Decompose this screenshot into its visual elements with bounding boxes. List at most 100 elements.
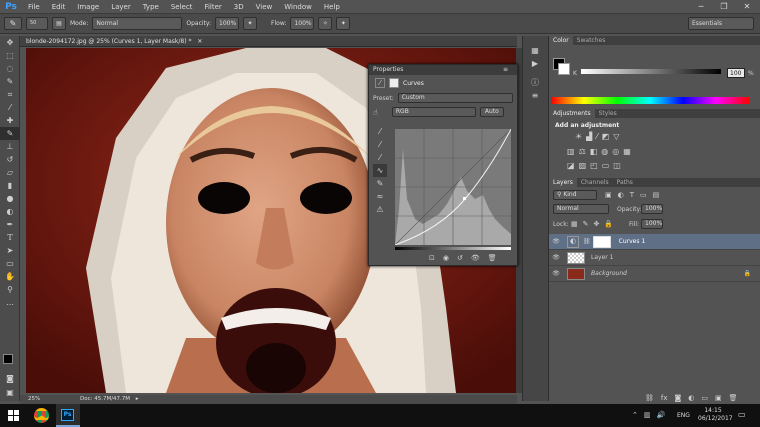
zoom-level[interactable]: 25% bbox=[20, 396, 40, 402]
levels-icon[interactable]: ▟ bbox=[586, 132, 592, 141]
smooth-curve-icon[interactable]: ≈ bbox=[373, 190, 387, 203]
actions-panel-icon[interactable]: ▶ bbox=[523, 57, 547, 70]
gradient-tool-icon[interactable]: ▮ bbox=[0, 179, 20, 192]
new-group-icon[interactable]: ▭ bbox=[701, 394, 708, 402]
color-lookup-icon[interactable]: ▦ bbox=[623, 147, 631, 156]
hand-tool-icon[interactable]: ✋ bbox=[0, 270, 20, 283]
auto-button[interactable]: Auto bbox=[479, 107, 504, 117]
menu-3d[interactable]: 3D bbox=[228, 0, 250, 14]
crop-tool-icon[interactable]: ⌗ bbox=[0, 88, 20, 101]
pencil-curve-icon[interactable]: ✎ bbox=[373, 177, 387, 190]
menu-layer[interactable]: Layer bbox=[105, 0, 137, 14]
layer-name[interactable]: Layer 1 bbox=[591, 254, 613, 261]
curves-icon[interactable]: ⁄ bbox=[596, 132, 597, 141]
properties-panel-icon[interactable]: ≡ bbox=[523, 89, 547, 102]
fx-icon[interactable]: fx bbox=[661, 394, 668, 402]
channel-select[interactable]: RGB bbox=[391, 107, 476, 117]
status-menu-icon[interactable]: ▸ bbox=[132, 396, 139, 402]
blend-mode-select[interactable]: Normal bbox=[553, 204, 609, 214]
marquee-tool-icon[interactable]: ⬚ bbox=[0, 49, 20, 62]
healing-tool-icon[interactable]: ✚ bbox=[0, 114, 20, 127]
pressure-size-icon[interactable]: ✦ bbox=[336, 17, 351, 30]
layer-row-background[interactable]: 👁 Background 🔒 bbox=[549, 266, 760, 282]
lock-transparent-icon[interactable]: ▦ bbox=[571, 220, 578, 228]
threshold-icon[interactable]: ◰ bbox=[590, 161, 598, 170]
reset-icon[interactable]: ↺ bbox=[457, 254, 463, 262]
visibility-eye-icon[interactable]: 👁 bbox=[549, 254, 563, 261]
info-panel-icon[interactable]: ⓘ bbox=[523, 76, 547, 89]
selective-color-icon[interactable]: ◫ bbox=[613, 161, 621, 170]
tab-layers[interactable]: Layers bbox=[549, 178, 577, 187]
eraser-tool-icon[interactable]: ▱ bbox=[0, 166, 20, 179]
layer-name[interactable]: Background bbox=[591, 270, 627, 277]
lasso-tool-icon[interactable]: ◌ bbox=[0, 62, 20, 75]
color-spectrum[interactable] bbox=[551, 97, 749, 104]
properties-header[interactable]: Properties ≡ bbox=[369, 65, 517, 75]
menu-help[interactable]: Help bbox=[318, 0, 346, 14]
notifications-icon[interactable]: ▭ bbox=[738, 410, 746, 419]
photoshop-taskbar-button[interactable]: Ps bbox=[56, 404, 80, 427]
panel-menu-icon[interactable]: ≡ bbox=[503, 65, 508, 75]
lock-position-icon[interactable]: ✥ bbox=[594, 220, 600, 228]
menu-type[interactable]: Type bbox=[137, 0, 165, 14]
screen-mode-icon[interactable]: ▣ bbox=[0, 386, 20, 399]
move-tool-icon[interactable]: ✥ bbox=[0, 36, 20, 49]
filter-pixel-icon[interactable]: ▣ bbox=[605, 191, 612, 199]
dodge-tool-icon[interactable]: ◐ bbox=[0, 205, 20, 218]
channel-mixer-icon[interactable]: ◎ bbox=[612, 147, 619, 156]
white-eyedropper-icon[interactable]: ⁄ bbox=[373, 151, 387, 164]
hue-sat-icon[interactable]: ▥ bbox=[567, 147, 575, 156]
exposure-icon[interactable]: ◩ bbox=[602, 132, 610, 141]
vibrance-icon[interactable]: ▽ bbox=[613, 132, 619, 141]
clip-to-layer-icon[interactable]: ⊡ bbox=[429, 254, 435, 262]
close-button[interactable]: ✕ bbox=[736, 0, 758, 14]
chain-link-icon[interactable]: ⛓ bbox=[583, 238, 591, 245]
curve-point-tool-icon[interactable]: ∿ bbox=[373, 164, 387, 177]
network-icon[interactable]: ▥ bbox=[644, 411, 651, 419]
volume-icon[interactable]: 🔊 bbox=[657, 411, 666, 419]
black-eyedropper-icon[interactable]: ⁄ bbox=[373, 125, 387, 138]
black-white-icon[interactable]: ◧ bbox=[590, 147, 598, 156]
preset-select[interactable]: Custom bbox=[397, 93, 513, 103]
tab-color[interactable]: Color bbox=[549, 36, 573, 45]
filter-type-icon[interactable]: T bbox=[630, 191, 634, 199]
tab-paths[interactable]: Paths bbox=[613, 178, 637, 187]
mode-select[interactable]: Normal bbox=[92, 17, 183, 30]
new-adjustment-icon[interactable]: ◐ bbox=[688, 394, 694, 402]
posterize-icon[interactable]: ▨ bbox=[579, 161, 587, 170]
k-slider[interactable] bbox=[581, 69, 721, 74]
brightness-icon[interactable]: ☀ bbox=[575, 132, 582, 141]
layer-name[interactable]: Curves 1 bbox=[619, 238, 646, 245]
menu-window[interactable]: Window bbox=[278, 0, 318, 14]
shape-tool-icon[interactable]: ▭ bbox=[0, 257, 20, 270]
color-bg-swatch[interactable] bbox=[558, 63, 570, 75]
opacity-field[interactable]: 100% bbox=[215, 17, 240, 30]
lock-all-icon[interactable]: 🔒 bbox=[604, 220, 613, 228]
color-balance-icon[interactable]: ⚖ bbox=[579, 147, 586, 156]
brush-size-picker[interactable]: 50 bbox=[26, 17, 48, 30]
layer-mask-thumb[interactable] bbox=[592, 235, 611, 248]
history-brush-icon[interactable]: ↺ bbox=[0, 153, 20, 166]
document-tab[interactable]: blonde-2094172.jpg @ 25% (Curves 1, Laye… bbox=[20, 36, 517, 47]
photo-filter-icon[interactable]: ◍ bbox=[601, 147, 608, 156]
edit-toolbar-icon[interactable]: … bbox=[0, 296, 20, 309]
quick-mask-icon[interactable]: ◙ bbox=[0, 372, 20, 385]
close-doc-icon[interactable]: ✕ bbox=[197, 38, 202, 45]
menu-select[interactable]: Select bbox=[165, 0, 199, 14]
clipping-warning-icon[interactable]: ⚠ bbox=[373, 203, 387, 216]
layer-mask-icon[interactable] bbox=[389, 78, 399, 88]
workspace-select[interactable]: Essentials bbox=[688, 17, 754, 30]
layer-filter-select[interactable]: ⚲ Kind bbox=[553, 190, 597, 200]
layer-row-curves[interactable]: 👁 ◐ ⛓ Curves 1 bbox=[549, 234, 760, 250]
visibility-eye-icon[interactable]: 👁 bbox=[549, 238, 563, 245]
clock[interactable]: 14:15 06/12/2017 bbox=[698, 407, 733, 423]
filter-adjust-icon[interactable]: ◐ bbox=[618, 191, 624, 199]
chrome-taskbar-icon[interactable] bbox=[34, 408, 49, 423]
visibility-eye-icon[interactable]: 👁 bbox=[549, 270, 563, 277]
menu-image[interactable]: Image bbox=[71, 0, 105, 14]
menu-filter[interactable]: Filter bbox=[198, 0, 227, 14]
k-value[interactable]: 100 bbox=[727, 68, 745, 78]
stamp-tool-icon[interactable]: ⊥ bbox=[0, 140, 20, 153]
maximize-button[interactable]: ❐ bbox=[713, 0, 735, 14]
history-panel-icon[interactable]: ▦ bbox=[523, 44, 547, 57]
